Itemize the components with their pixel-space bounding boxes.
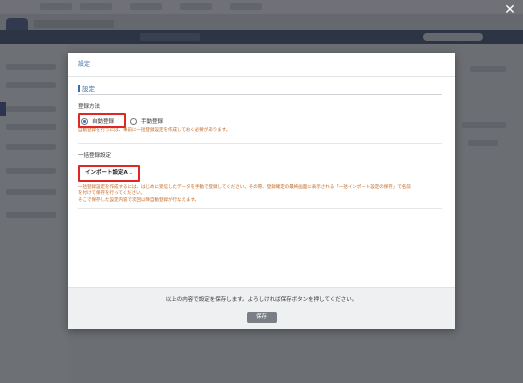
save-button[interactable]: 保存 bbox=[246, 312, 277, 323]
bulk-setting-select-wrap: インポート設定A⌄ bbox=[78, 164, 442, 182]
section-title: 設定 bbox=[82, 85, 95, 93]
modal-title: 設定 bbox=[68, 53, 455, 77]
chevron-down-icon: ⌄ bbox=[128, 169, 133, 176]
radio-unselected-icon bbox=[130, 117, 137, 125]
radio-auto-registration[interactable]: 自動登録 bbox=[81, 117, 114, 125]
radio-manual-label: 手動登録 bbox=[141, 119, 164, 125]
radio-selected-icon bbox=[81, 117, 88, 125]
modal-footer: 以上の内容で設定を保存します。よろしければ保存ボタンを押してください。 保存 bbox=[68, 287, 455, 329]
divider bbox=[78, 208, 442, 209]
bulk-note-line: そこで保存した設定内容で次回以降自動登録が行なえます。 bbox=[78, 197, 200, 203]
registration-method-label: 登録方法 bbox=[78, 104, 101, 110]
section-bar-icon bbox=[78, 85, 80, 92]
settings-modal: 設定 設定 登録方法 自動登録 手動登録 自動登録を行うには、事前に一括登録設定… bbox=[68, 53, 455, 329]
footer-message: 以上の内容で設定を保存します。よろしければ保存ボタンを押してください。 bbox=[165, 297, 358, 303]
auto-registration-note: 自動登録を行うには、事前に一括登録設定を作成しておく必要があります。 bbox=[78, 128, 231, 133]
radio-auto-label: 自動登録 bbox=[92, 119, 115, 125]
close-icon[interactable]: ✕ bbox=[503, 3, 517, 17]
radio-manual-registration[interactable]: 手動登録 bbox=[130, 117, 163, 125]
divider bbox=[78, 142, 442, 144]
bulk-setting-note: 一括登録設定を作成するには、はじめに受信したデータを手動で登録してください。その… bbox=[78, 185, 442, 205]
bulk-setting-value: インポート設定A bbox=[85, 169, 128, 176]
bulk-registration-label: 一括登録設定 bbox=[78, 152, 112, 159]
modal-body: 設定 登録方法 自動登録 手動登録 自動登録を行うには、事前に一括登録設定を作成… bbox=[78, 83, 442, 209]
bulk-setting-select[interactable]: インポート設定A⌄ bbox=[82, 168, 140, 179]
section-heading: 設定 bbox=[78, 83, 442, 95]
registration-method-radios: 自動登録 手動登録 bbox=[78, 113, 442, 128]
